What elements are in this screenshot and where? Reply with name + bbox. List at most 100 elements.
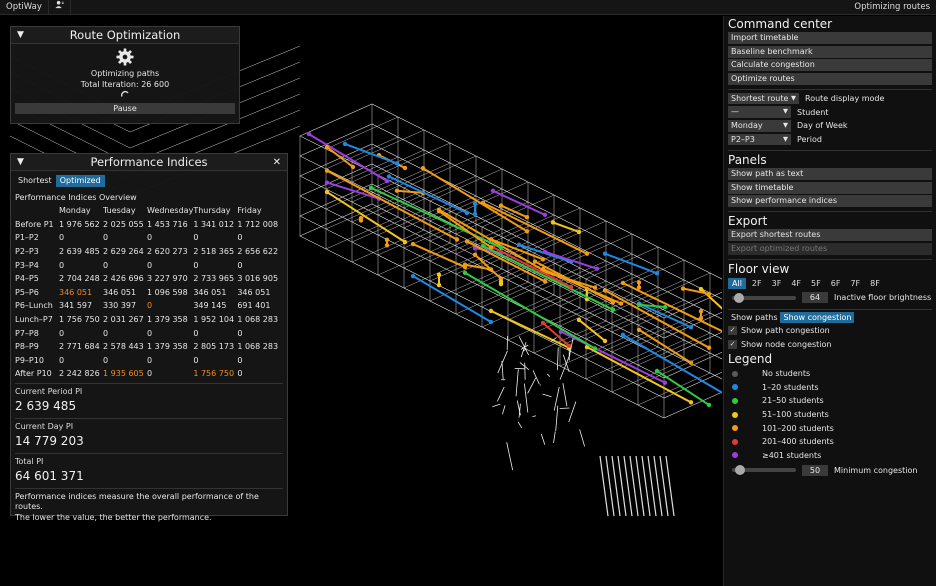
route-node <box>688 360 694 365</box>
path-congestion-label: Show path congestion <box>741 326 830 336</box>
student-select[interactable]: — ▼ <box>728 106 791 118</box>
show-path-text-button[interactable]: Show path as text <box>728 168 932 181</box>
room-divider <box>403 155 477 189</box>
panels-title: Panels <box>728 153 767 168</box>
legend-dot-icon <box>732 370 738 377</box>
pi-cell: 0 <box>147 355 153 365</box>
min-congestion-label: Minimum congestion <box>834 465 918 475</box>
floor-tab-6f[interactable]: 6F <box>827 278 845 289</box>
day-header: Wednesday <box>147 206 194 216</box>
calculate-congestion-button[interactable]: Calculate congestion <box>728 59 932 72</box>
period-cell: Before P1 <box>15 219 54 229</box>
show-congestion-toggle[interactable]: Show congestion <box>780 312 855 324</box>
route-node <box>636 327 642 332</box>
route-node <box>436 208 442 214</box>
route-segment <box>604 252 658 275</box>
pi-cell: 349 145 <box>193 301 227 311</box>
route-mode-select[interactable]: Shortest route ▼ <box>728 92 799 105</box>
floor-tab-3f[interactable]: 3F <box>768 278 786 289</box>
slider-knob[interactable] <box>734 292 744 303</box>
floor-tab-4f[interactable]: 4F <box>787 278 805 289</box>
route-node <box>618 301 624 306</box>
min-congestion-slider[interactable] <box>732 465 796 476</box>
pi-cell: 1 976 562 <box>59 219 100 229</box>
route-mode-row: Shortest route ▼ Route display mode <box>728 92 932 106</box>
pi-cell: 0 <box>193 328 199 338</box>
pi-cell: 0 <box>103 233 109 243</box>
floor-tab-7f[interactable]: 7F <box>846 278 864 289</box>
stair-line <box>555 405 559 431</box>
route-segment <box>388 175 468 214</box>
route-optimization-titlebar[interactable]: ▼ Route Optimization <box>11 27 239 44</box>
stair-line <box>539 384 541 386</box>
floor-tab-all[interactable]: All <box>728 278 746 290</box>
pi-cell: 0 <box>193 355 199 365</box>
route-node <box>576 317 582 323</box>
pi-cell: 0 <box>237 260 243 270</box>
baseline-benchmark-button[interactable]: Baseline benchmark <box>728 45 932 58</box>
current-period-stat: Current Period PI 2 639 485 <box>15 382 283 416</box>
pi-cell: 0 <box>237 328 243 338</box>
stair-line <box>542 393 552 398</box>
divider <box>728 308 932 310</box>
status-text: Optimizing routes <box>854 2 930 12</box>
path-congestion-checkbox[interactable]: ✓ <box>728 326 737 336</box>
total-label: Total PI <box>15 456 44 466</box>
min-congestion-value[interactable]: 50 <box>802 464 828 476</box>
legend-item: 201–400 students <box>728 435 932 449</box>
stair-line <box>553 387 560 411</box>
user-icon[interactable] <box>49 0 71 15</box>
export-optimized-button[interactable]: Export optimized routes <box>728 242 932 255</box>
floor-tab-2f[interactable]: 2F <box>748 278 766 289</box>
pi-cell: 691 401 <box>237 301 271 311</box>
pi-cell: 2 771 684 <box>59 342 100 352</box>
pi-cell: 2 656 622 <box>237 247 279 257</box>
route-segment <box>308 133 388 182</box>
legend-label: ≥401 students <box>762 450 822 460</box>
paths-congestion-toggle: Show paths Show congestion <box>728 312 932 324</box>
divider <box>728 258 932 260</box>
route-node <box>636 302 642 307</box>
gear-icon <box>11 48 239 68</box>
day-label: Day of Week <box>797 121 848 131</box>
optimize-routes-button[interactable]: Optimize routes <box>728 72 932 85</box>
right-sidebar: Command center Import timetable Baseline… <box>723 16 936 586</box>
collapse-icon[interactable]: ▼ <box>17 27 24 44</box>
node-congestion-checkbox[interactable]: ✓ <box>728 339 737 349</box>
pi-cell: 0 <box>147 301 153 311</box>
legend-dot-icon <box>732 384 738 391</box>
floor-tab-8f[interactable]: 8F <box>866 278 884 289</box>
tab-shortest[interactable]: Shortest <box>14 175 56 187</box>
app-menu[interactable]: OptiWay <box>0 0 49 15</box>
import-timetable-button[interactable]: Import timetable <box>728 32 932 44</box>
period-select[interactable]: P2–P3 ▼ <box>728 133 791 146</box>
floor-tab-5f[interactable]: 5F <box>807 278 825 289</box>
route-node <box>540 320 546 326</box>
route-node <box>602 251 608 256</box>
legend-dot-icon <box>732 411 738 418</box>
show-paths-toggle[interactable]: Show paths <box>728 312 780 323</box>
pi-tabs: Shortest Optimized <box>11 174 287 188</box>
pi-cell: 2 629 264 <box>103 247 144 257</box>
table-row: After P10 2 242 826 1 935 605 0 1 756 750 0 <box>15 367 281 381</box>
route-node <box>462 264 468 270</box>
performance-indices-titlebar[interactable]: ▼ Performance Indices ✕ <box>11 154 287 171</box>
close-icon[interactable]: ✕ <box>273 154 281 171</box>
period-cell: P7–P8 <box>15 328 39 338</box>
route-node <box>324 189 330 195</box>
slider-knob[interactable] <box>735 465 745 476</box>
tab-optimized[interactable]: Optimized <box>55 175 105 187</box>
export-shortest-button[interactable]: Export shortest routes <box>728 229 932 242</box>
route-node <box>480 243 486 249</box>
route-node <box>498 245 504 250</box>
table-row: P5–P6 346 051 346 051 1 096 598 346 051 346 0… <box>15 286 281 300</box>
brightness-value[interactable]: 64 <box>802 292 828 304</box>
collapse-icon[interactable]: ▼ <box>17 154 24 171</box>
pi-cell: 0 <box>59 260 65 270</box>
brightness-slider[interactable] <box>732 292 796 303</box>
show-performance-indices-button[interactable]: Show performance indices <box>728 195 932 208</box>
route-node <box>498 279 504 284</box>
show-timetable-button[interactable]: Show timetable <box>728 181 932 194</box>
day-select[interactable]: Monday ▼ <box>728 120 791 132</box>
pause-button[interactable]: Pause <box>15 103 235 114</box>
